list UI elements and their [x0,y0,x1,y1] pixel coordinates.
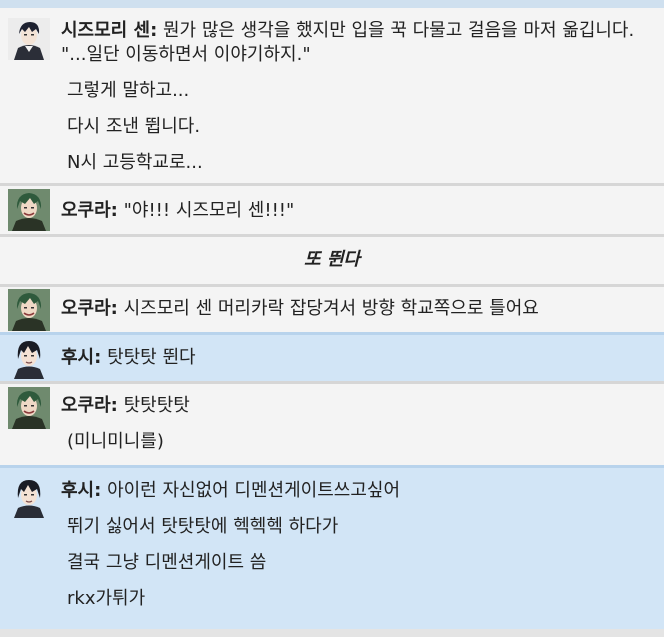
message-line: N시 고등학교로... [67,152,203,173]
message-first-line: 오쿠라: 탓탓탓탓 [61,394,656,418]
chat-message: 후시: 아이런 자신없어 디멘션게이트쓰고싶어 뛰기 싫어서 탓탓탓에 헥헥헥 … [0,465,664,629]
action-text: 또 뛴다 [304,249,360,270]
okura-avatar [8,189,50,231]
chat-message: 오쿠라: "야!!! 시즈모리 센!!!" [0,183,664,234]
speaker-name: 오쿠라: [61,395,118,416]
message-first-line: 시즈모리 센: 뭔가 많은 생각을 했지만 입을 꾹 다물고 걸음을 마저 옮깁… [61,19,656,67]
message-first-line: 후시: 아이런 자신없어 디멘션게이트쓰고싶어 [61,479,656,503]
speaker-name: 후시: [61,480,102,501]
message-first-line: 후시: 탓탓탓 뛴다 [61,346,656,370]
message-text: 탓탓탓 뛴다 [107,347,196,368]
shizumori-avatar [8,18,50,60]
message-line: 결국 그냥 디멘션게이트 씀 [67,552,267,573]
speaker-name: 후시: [61,347,102,368]
fushi-avatar [8,337,50,379]
action-message: 또 뛴다 [0,234,664,284]
chat-message: 오쿠라: 시즈모리 센 머리카락 잡당겨서 방향 학교쪽으로 틀어요 [0,284,664,332]
message-line: 뛰기 싫어서 탓탓탓에 헥헥헥 하다가 [67,516,339,537]
chat-message: 시즈모리 센: 뭔가 많은 생각을 했지만 입을 꾹 다물고 걸음을 마저 옮깁… [0,8,664,183]
speaker-name: 시즈모리 센: [61,20,158,41]
okura-avatar [8,289,50,331]
message-line: 그렇게 말하고... [67,80,190,101]
message-line: 다시 조낸 뜁니다. [67,116,201,137]
fushi-avatar [8,476,50,518]
speaker-name: 오쿠라: [61,200,118,221]
message-text: 아이런 자신없어 디멘션게이트쓰고싶어 [107,480,401,501]
chat-message: 오쿠라: 탓탓탓탓 (미니미니를) [0,381,664,465]
message-line: (미니미니를) [67,431,164,452]
speaker-name: 오쿠라: [61,298,118,319]
message-text: 시즈모리 센 머리카락 잡당겨서 방향 학교쪽으로 틀어요 [123,298,539,319]
top-strip [0,0,664,8]
message-first-line: 오쿠라: 시즈모리 센 머리카락 잡당겨서 방향 학교쪽으로 틀어요 [61,297,656,321]
okura-avatar [8,387,50,429]
message-line: rkx가튀가 [67,588,146,609]
message-text: "야!!! 시즈모리 센!!!" [123,200,295,221]
message-text: 탓탓탓탓 [123,395,190,416]
message-first-line: 오쿠라: "야!!! 시즈모리 센!!!" [61,199,656,223]
chat-message: 후시: 탓탓탓 뛴다 [0,332,664,381]
